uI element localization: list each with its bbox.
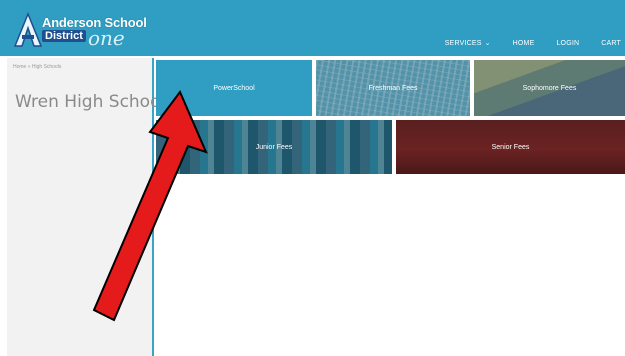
main-nav: SERVICES ⌄ HOME LOGIN CART [423,36,625,50]
tile-junior-fees-label: Junior Fees [255,143,293,151]
logo-text-one: one [88,26,125,50]
nav-cart-label: CART [601,39,621,47]
red-arrow-icon [92,90,208,322]
nav-login[interactable]: LOGIN [556,40,579,47]
tile-freshman-fees-label: Freshman Fees [368,84,418,92]
tile-sophomore-fees[interactable]: Sophomore Fees [474,60,625,116]
district-logo[interactable]: Anderson School District one [14,12,147,50]
tile-powerschool-label: PowerSchool [213,84,255,92]
nav-services[interactable]: SERVICES ⌄ [444,39,491,48]
tile-senior-fees[interactable]: Senior Fees [396,120,625,174]
nav-login-label: LOGIN [556,39,580,47]
tile-senior-fees-label: Senior Fees [491,143,530,151]
logo-text-district: District [42,30,86,42]
tile-sophomore-fees-label: Sophomore Fees [522,84,577,92]
nav-cart[interactable]: CART [601,40,621,47]
breadcrumb[interactable]: Home » High Schools [13,64,61,70]
logo-a-mark-icon [14,12,42,47]
site-header: Anderson School District one SERVICES ⌄ … [0,0,625,56]
chevron-down-icon: ⌄ [484,40,491,47]
nav-services-label: SERVICES [444,39,482,47]
nav-home-label: HOME [512,39,535,47]
nav-home[interactable]: HOME [513,40,535,47]
tile-freshman-fees[interactable]: Freshman Fees [316,60,470,116]
